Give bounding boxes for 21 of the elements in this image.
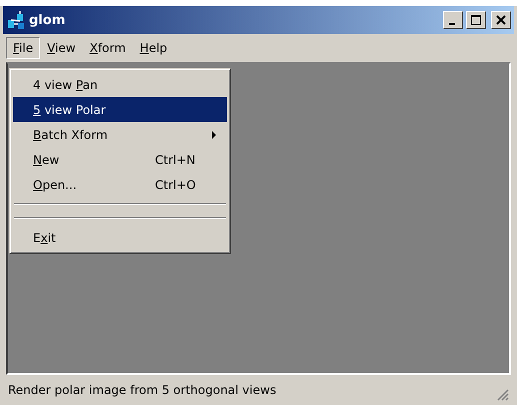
- menu-item[interactable]: 4 view Pan: [13, 72, 227, 97]
- menu-item[interactable]: 5 view Polar: [13, 97, 227, 122]
- menu-item[interactable]: Exit: [13, 225, 227, 250]
- submenu-arrow-icon: [211, 130, 217, 140]
- app-icon: [6, 10, 26, 30]
- menu-item[interactable]: New Ctrl+N: [13, 147, 227, 172]
- menu-item[interactable]: Batch Xform: [13, 122, 227, 147]
- maximize-icon: [470, 14, 482, 26]
- minimize-icon: [449, 23, 455, 25]
- minimize-button[interactable]: [443, 11, 463, 29]
- menu-item[interactable]: Open... Ctrl+O: [13, 172, 227, 197]
- resize-grip-icon[interactable]: [495, 387, 509, 401]
- menu-bar-item[interactable]: File: [6, 37, 40, 59]
- menu-bar-item[interactable]: Help: [132, 37, 174, 59]
- window-title: glom: [29, 12, 66, 28]
- close-button[interactable]: [491, 11, 511, 29]
- menu-bar-item[interactable]: View: [40, 37, 83, 59]
- maximize-button[interactable]: [466, 11, 486, 29]
- close-icon: [495, 14, 507, 26]
- status-text: Render polar image from 5 orthogonal views: [8, 383, 276, 397]
- menu-bar-item[interactable]: Xform: [82, 37, 133, 59]
